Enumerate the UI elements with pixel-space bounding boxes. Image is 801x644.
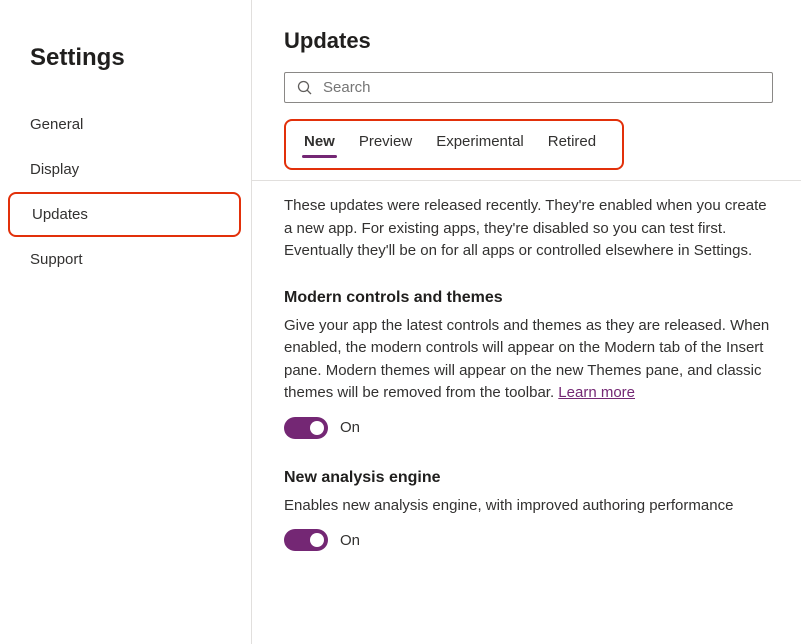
section-modern-controls: Modern controls and themes Give your app… [284, 289, 773, 439]
search-box[interactable] [284, 72, 773, 103]
settings-sidebar: Settings General Display Updates Support [0, 0, 252, 644]
tab-new[interactable]: New [292, 129, 347, 160]
toggle-row: On [284, 417, 773, 439]
section-description: Enables new analysis engine, with improv… [284, 495, 773, 518]
toggle-row: On [284, 529, 773, 551]
tab-preview[interactable]: Preview [347, 129, 424, 160]
tab-experimental[interactable]: Experimental [424, 129, 536, 160]
search-icon [297, 80, 313, 96]
toggle-label: On [340, 419, 360, 436]
section-description: Give your app the latest controls and th… [284, 315, 773, 405]
main-content: Updates New Preview Experimental Retired… [252, 0, 801, 644]
sidebar-item-display[interactable]: Display [0, 147, 251, 192]
divider [252, 180, 801, 181]
learn-more-link[interactable]: Learn more [558, 384, 635, 401]
sidebar-item-general[interactable]: General [0, 102, 251, 147]
sidebar-item-updates[interactable]: Updates [8, 192, 241, 237]
section-new-analysis-engine: New analysis engine Enables new analysis… [284, 469, 773, 552]
search-input[interactable] [323, 79, 760, 96]
sidebar-title: Settings [0, 44, 251, 72]
tab-intro-text: These updates were released recently. Th… [284, 195, 773, 263]
tab-retired[interactable]: Retired [536, 129, 608, 160]
toggle-modern-controls[interactable] [284, 417, 328, 439]
section-title: Modern controls and themes [284, 289, 773, 307]
page-title: Updates [284, 28, 773, 54]
section-title: New analysis engine [284, 469, 773, 487]
toggle-analysis-engine[interactable] [284, 529, 328, 551]
toggle-label: On [340, 532, 360, 549]
section-description-text: Give your app the latest controls and th… [284, 317, 769, 402]
tabs-container: New Preview Experimental Retired [284, 119, 624, 170]
sidebar-item-support[interactable]: Support [0, 237, 251, 282]
